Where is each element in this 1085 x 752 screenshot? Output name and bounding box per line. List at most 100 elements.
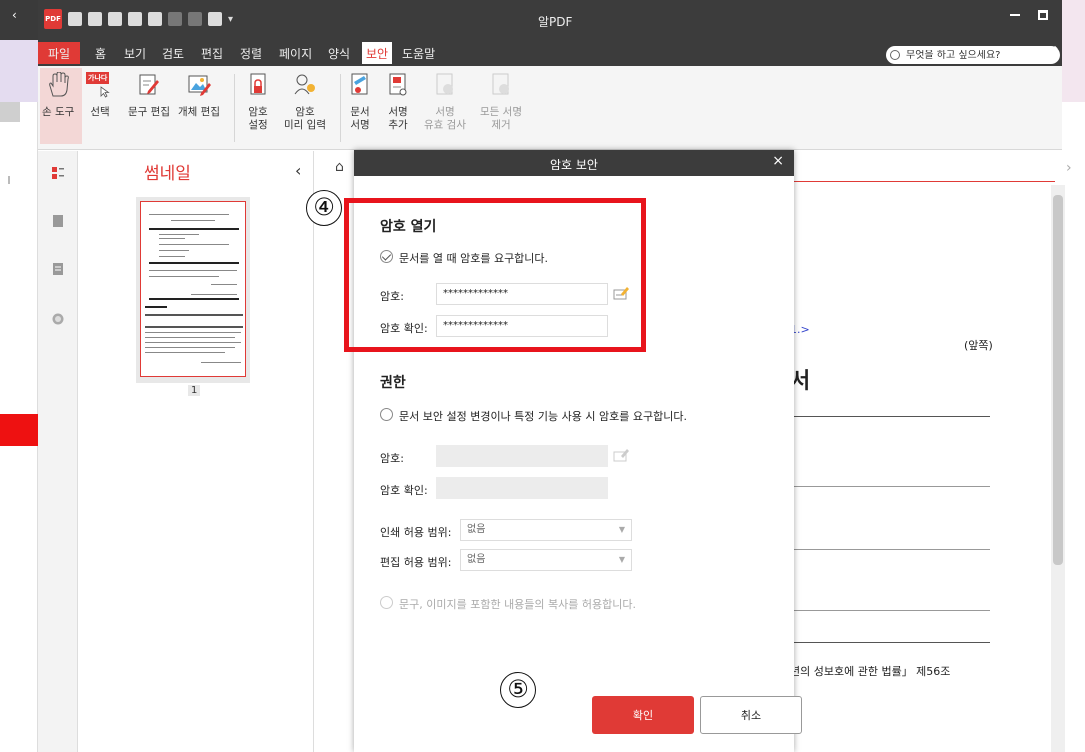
password-setup-label: 암호 설정 [248, 106, 267, 132]
add-signature-label: 서명 추가 [388, 106, 407, 132]
title-bar: PDF ▾ 알PDF [38, 0, 1062, 40]
password-setup-line2: 설정 [248, 119, 268, 131]
permission-confirm-label: 암호 확인: [380, 484, 428, 497]
document-law-text: 년의 성보호에 관한 법률」 제56조 [790, 665, 951, 678]
minimize-button[interactable] [1010, 10, 1020, 16]
edit-permission-select[interactable]: 없음 ▼ [460, 549, 632, 571]
thumbnail-preview [140, 201, 246, 377]
menu-view[interactable]: 보기 [124, 44, 146, 62]
object-edit-icon [188, 75, 211, 96]
validate-signature-line2: 유효 검사 [424, 119, 466, 131]
app-title: 알PDF [538, 15, 573, 29]
maximize-button[interactable] [1038, 10, 1048, 20]
right-background-window: › [1062, 0, 1085, 752]
text-edit-label: 문구 편집 [128, 106, 170, 118]
select-tool-button[interactable]: 가나다 선택 [86, 70, 114, 119]
step-4-marker: ④ [306, 190, 342, 226]
document-rule [790, 416, 990, 417]
search-input[interactable] [906, 49, 1036, 61]
validate-signature-line1: 서명 [435, 106, 455, 118]
password-preset-button[interactable]: 암호 미리 입력 [284, 70, 326, 132]
menu-form[interactable]: 양식 [328, 44, 350, 62]
print-permission-select[interactable]: 없음 ▼ [460, 519, 632, 541]
home-icon[interactable]: ⌂ [335, 159, 344, 175]
side-navigation [38, 151, 78, 752]
hand-icon [49, 72, 69, 97]
collapse-ribbon-icon[interactable]: ⌃ [1050, 44, 1060, 58]
print-permission-label: 인쇄 허용 범위: [380, 526, 452, 539]
menu-arrange[interactable]: 정렬 [240, 44, 262, 62]
document-sign-button[interactable]: 문서 서명 [346, 70, 374, 132]
password-preset-label: 암호 미리 입력 [284, 106, 326, 132]
menu-edit[interactable]: 편집 [201, 44, 223, 62]
bookmark-icon[interactable] [52, 215, 64, 227]
key-person-icon [294, 74, 315, 95]
password-setup-line1: 암호 [248, 106, 268, 118]
hand-tool-button[interactable]: 손 도구 [42, 70, 74, 119]
step-5-marker: ⑤ [500, 672, 536, 708]
edit-permission-label: 편집 허용 범위: [380, 556, 452, 569]
edit-permission-password-icon[interactable] [613, 448, 629, 462]
customize-toolbar-icon[interactable]: ▾ [228, 14, 233, 25]
password-setup-button[interactable]: 암호 설정 [244, 70, 272, 132]
remove-all-signatures-line1: 모든 서명 [480, 106, 522, 118]
quick-access-toolbar: PDF ▾ [44, 9, 233, 29]
page-thumbnail[interactable] [136, 197, 250, 383]
cancel-button[interactable]: 취소 [700, 696, 802, 734]
menu-security[interactable]: 보안 [362, 42, 393, 64]
chevron-right-icon: › [1066, 160, 1072, 176]
validate-signature-button[interactable]: 서명 유효 검사 [424, 70, 466, 132]
menu-help[interactable]: 도움말 [402, 44, 435, 62]
scrollbar-thumb[interactable] [1053, 195, 1063, 565]
add-signature-line2: 추가 [388, 119, 408, 131]
object-edit-button[interactable]: 개체 편집 [178, 70, 220, 119]
thumbnail-page-number: 1 [188, 385, 201, 396]
document-sign-line2: 서명 [350, 119, 370, 131]
menu-review[interactable]: 검토 [162, 44, 184, 62]
thumbnails-icon[interactable] [52, 167, 64, 179]
search-icon [890, 50, 900, 60]
left-window-mark [8, 176, 14, 184]
app-window: PDF ▾ 알PDF 파일 홈 보기 검토 편집 정렬 페이지 양식 보안 도움… [38, 0, 1065, 752]
text-edit-button[interactable]: 문구 편집 [128, 70, 170, 119]
select-tool-label: 선택 [90, 106, 110, 118]
save-icon[interactable] [88, 12, 102, 26]
dropdown-arrow-icon: ▼ [618, 525, 625, 534]
ribbon-separator [340, 74, 341, 142]
allow-copy-checkbox[interactable] [380, 596, 393, 609]
recent-file-icon[interactable] [208, 12, 222, 26]
text-edit-icon [139, 74, 159, 95]
ok-button[interactable]: 확인 [592, 696, 694, 734]
comment-list-icon[interactable] [52, 263, 64, 275]
remove-all-signatures-button[interactable]: 모든 서명 제거 [480, 70, 522, 132]
require-permission-password-checkbox[interactable] [380, 408, 393, 421]
edit-permission-value: 없음 [467, 554, 486, 565]
print-icon[interactable] [128, 12, 142, 26]
print-preview-icon[interactable] [148, 12, 162, 26]
document-sign-label: 문서 서명 [350, 106, 369, 132]
document-rule [790, 549, 990, 550]
menu-home[interactable]: 홈 [95, 44, 106, 62]
menu-page[interactable]: 페이지 [279, 44, 312, 62]
redo-icon[interactable] [188, 12, 202, 26]
dialog-title: 암호 보안 [550, 158, 598, 172]
open-folder-icon[interactable] [68, 12, 82, 26]
ribbon-separator [234, 74, 235, 142]
close-icon[interactable]: × [772, 153, 784, 169]
permission-password-field[interactable] [436, 445, 608, 467]
permission-confirm-field[interactable] [436, 477, 608, 499]
document-rule [790, 610, 990, 611]
app-logo: PDF [44, 9, 62, 29]
menu-file[interactable]: 파일 [38, 42, 81, 64]
add-signature-button[interactable]: 서명 추가 [384, 70, 412, 132]
left-window-block [0, 102, 20, 122]
find-icon[interactable] [52, 313, 64, 325]
remove-all-signatures-line2: 제거 [491, 119, 511, 131]
email-icon[interactable] [108, 12, 122, 26]
collapse-panel-icon[interactable]: ‹ [295, 161, 301, 180]
object-edit-label: 개체 편집 [178, 106, 220, 118]
undo-icon[interactable] [168, 12, 182, 26]
command-search[interactable] [886, 46, 1060, 64]
password-preset-line1: 암호 [295, 106, 315, 118]
left-background-window: ‹ [0, 0, 38, 752]
